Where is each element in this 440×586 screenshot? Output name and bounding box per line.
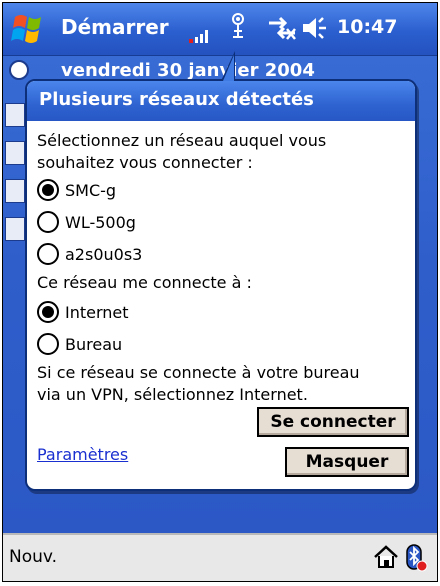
start-menu-label[interactable]: Démarrer [61,15,169,39]
today-item-icon[interactable] [5,179,25,203]
today-item-icon[interactable] [5,217,25,241]
radio-button[interactable] [37,243,59,265]
network-option-a2s0u0s3[interactable]: a2s0u0s3 [37,241,142,267]
popup-pointer-fill [223,55,234,81]
hide-button[interactable]: Masquer [285,447,409,477]
today-clock-icon [9,60,29,80]
menu-bar: Nouv. [3,533,437,581]
pocketpc-screen: Démarrer 10:47 vendredi 30 janvier 2004 [2,2,438,582]
volume-icon[interactable] [301,15,331,41]
clock[interactable]: 10:47 [337,16,397,38]
today-item-icon[interactable] [5,103,25,127]
signal-strength-icon[interactable] [189,25,215,45]
settings-link[interactable]: Paramètres [37,445,128,464]
instruction-text-line2: souhaitez vous connecter : [37,153,253,172]
destination-option-bureau[interactable]: Bureau [37,331,122,357]
home-icon[interactable] [373,545,399,569]
network-option-smc-g[interactable]: SMC-g [37,177,116,203]
vpn-note-line2: via un VPN, sélectionnez Internet. [37,385,308,404]
vpn-note-line1: Si ce réseau se connecte à votre bureau [37,363,360,382]
destination-option-internet[interactable]: Internet [37,299,129,325]
network-option-label: a2s0u0s3 [65,244,143,264]
network-option-label: WL-500g [65,212,136,232]
new-menu-button[interactable]: Nouv. [9,547,57,567]
today-item-icon[interactable] [5,141,25,165]
bluetooth-icon[interactable] [405,543,429,573]
radio-button[interactable] [37,211,59,233]
instruction-text-line1: Sélectionnez un réseau auquel vous [37,131,327,150]
network-option-wl-500g[interactable]: WL-500g [37,209,136,235]
connects-to-label: Ce réseau me connecte à : [37,273,252,292]
dialog-header: Plusieurs réseaux détectés [27,81,415,121]
taskbar: Démarrer 10:47 [3,3,437,56]
windows-flag-icon[interactable] [9,11,49,47]
today-date[interactable]: vendredi 30 janvier 2004 [61,60,315,81]
radio-button-selected[interactable] [37,179,59,201]
antenna-icon[interactable] [227,11,249,43]
connect-button[interactable]: Se connecter [257,407,409,437]
dialog-title: Plusieurs réseaux détectés [39,89,314,110]
connectivity-icon[interactable] [267,15,297,41]
destination-option-label: Bureau [65,334,123,354]
radio-button[interactable] [37,333,59,355]
network-notification-dialog: Plusieurs réseaux détectés Sélectionnez … [25,79,417,491]
network-option-label: SMC-g [65,180,117,200]
radio-button-selected[interactable] [37,301,59,323]
destination-option-label: Internet [65,302,129,322]
